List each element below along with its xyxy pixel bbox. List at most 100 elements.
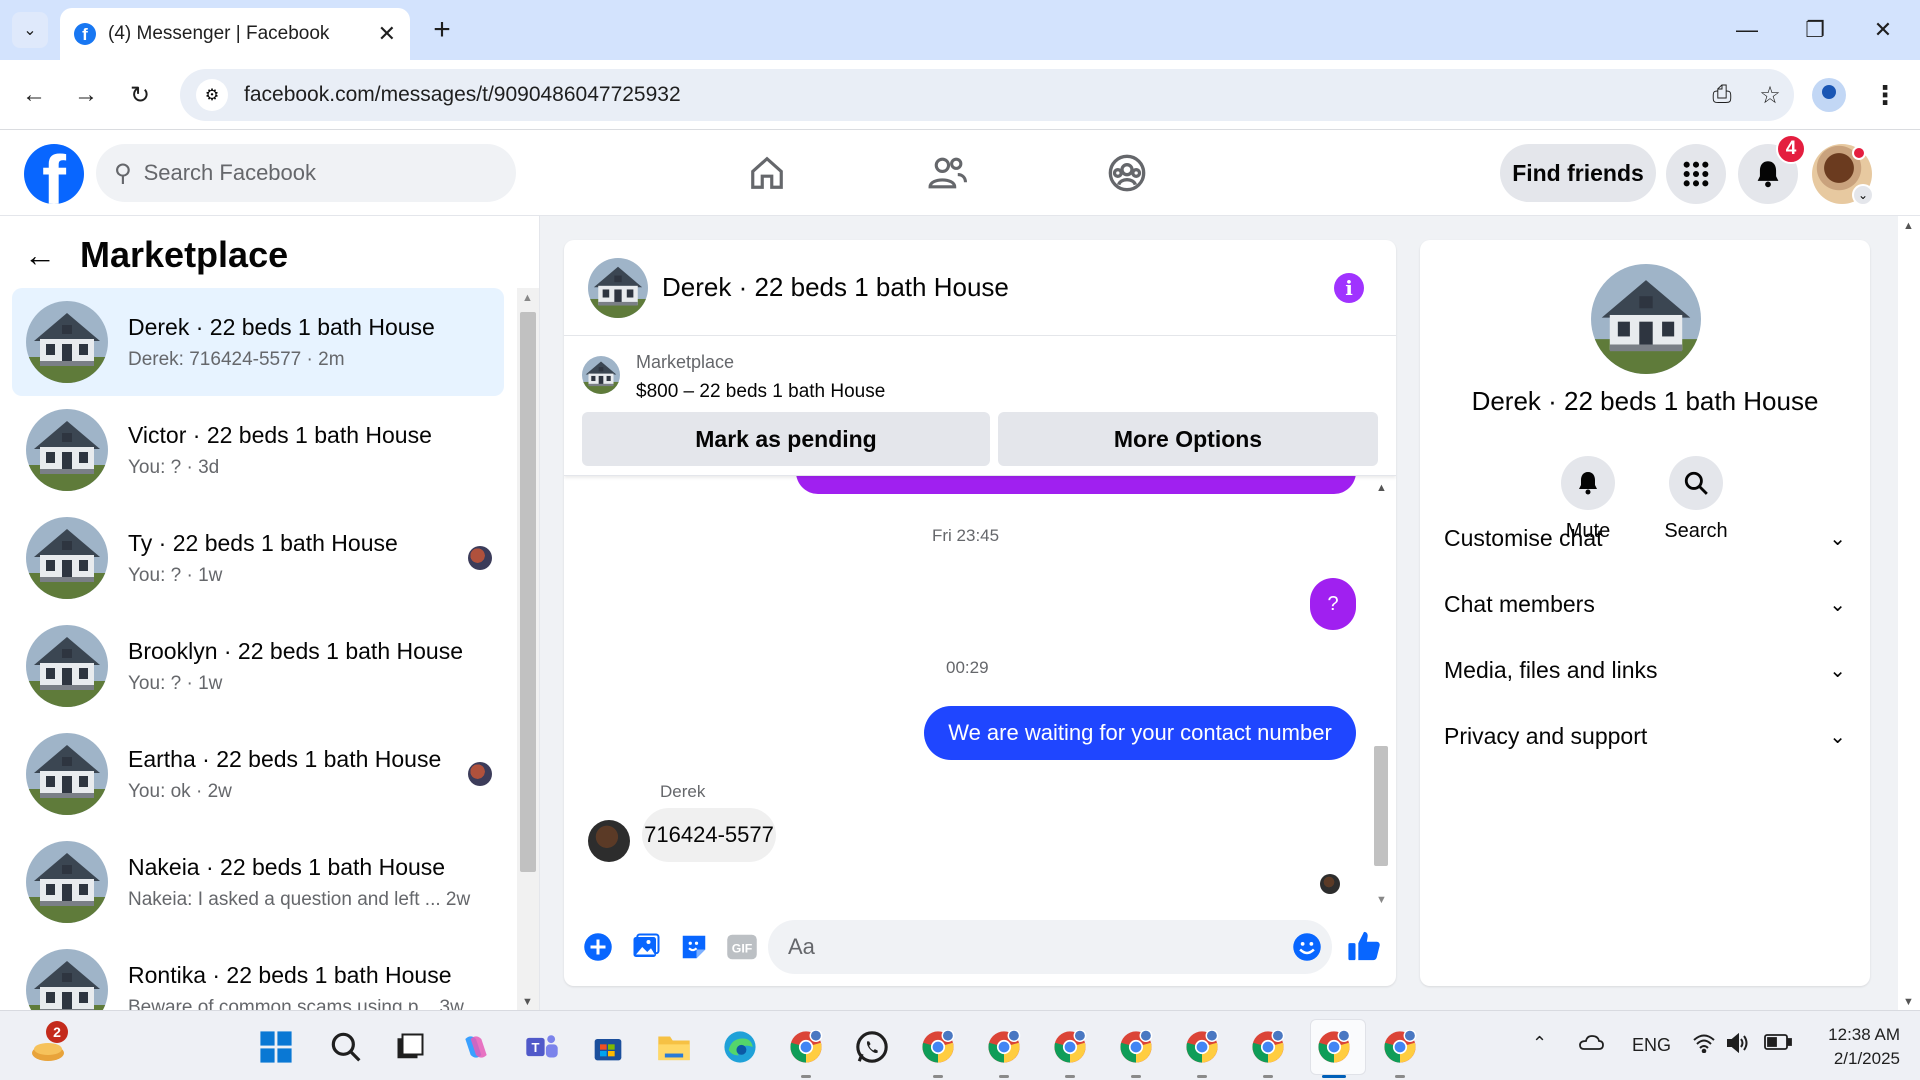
mark-as-pending-button[interactable]: Mark as pending [582,412,990,466]
thumbs-up-icon[interactable] [1342,924,1386,968]
scrollbar-thumb[interactable] [520,312,536,872]
install-app-icon[interactable]: ⎙ [1698,81,1746,109]
plus-icon[interactable] [574,923,622,971]
friends-icon[interactable] [922,148,972,198]
home-icon[interactable] [742,148,792,198]
chrome-profile-icon[interactable] [1248,1027,1288,1067]
battery-icon[interactable] [1764,1033,1792,1056]
gif-icon[interactable]: GIF [718,923,766,971]
scroll-down-icon[interactable]: ▼ [1376,894,1387,906]
section-label: Privacy and support [1444,722,1648,749]
sidebar-scrollbar[interactable]: ▲ ▼ [517,288,539,1010]
scroll-up-icon[interactable]: ▲ [1376,482,1387,494]
copilot-icon[interactable] [456,1027,496,1067]
outgoing-message-bubble[interactable]: ? [1310,578,1356,630]
browser-tab[interactable]: f (4) Messenger | Facebook ✕ [60,8,410,60]
chrome-profile-icon[interactable] [1050,1027,1090,1067]
bookmark-star-icon[interactable]: ☆ [1746,81,1794,110]
profile-icon[interactable] [1812,78,1846,112]
whatsapp-icon[interactable] [852,1027,892,1067]
messenger-main: ← Marketplace Derek · 22 beds 1 bath Hou… [0,216,1920,1010]
forward-icon[interactable]: → [68,77,104,113]
wifi-icon[interactable] [1692,1033,1716,1058]
page-scrollbar[interactable]: ▲ ▼ [1898,216,1920,1010]
info-icon[interactable]: i [1334,272,1364,303]
facebook-search-input[interactable] [143,160,444,186]
photo-icon[interactable] [622,923,670,971]
microsoft-store-icon[interactable] [588,1027,628,1067]
restore-icon[interactable]: ❐ [1790,10,1840,50]
system-clock[interactable]: 12:38 AM 2/1/2025 [1810,1023,1900,1071]
outgoing-message-bubble[interactable] [796,476,1356,494]
scroll-up-icon[interactable]: ▲ [522,292,533,304]
scroll-down-icon[interactable]: ▼ [1903,996,1914,1008]
window-close-icon[interactable]: ✕ [1858,10,1908,50]
chrome-icon[interactable] [786,1027,826,1067]
message-input-box[interactable] [768,920,1332,974]
conversation-photo[interactable] [1591,264,1701,374]
menu-grid-icon[interactable] [1666,144,1726,204]
scrollbar-thumb[interactable] [1374,746,1388,866]
running-indicator [1395,1075,1405,1078]
back-arrow-icon[interactable]: ← [24,237,56,274]
conversation-row[interactable]: Ty · 22 beds 1 bath House You: ? · 1w [12,504,504,612]
conversation-row[interactable]: Nakeia · 22 beds 1 bath House Nakeia: I a… [12,828,504,936]
chevron-down-icon[interactable]: ⌄ [1852,184,1874,206]
menu-icon[interactable]: ⋮ [1870,77,1900,113]
new-tab-icon[interactable]: + [424,12,460,48]
windows-start-icon[interactable] [256,1027,296,1067]
emoji-icon[interactable] [1292,932,1322,962]
facebook-logo[interactable]: f [24,144,84,204]
conversation-row[interactable]: Eartha · 22 beds 1 bath House You: ok · 2… [12,720,504,828]
volume-icon[interactable] [1726,1032,1752,1058]
customise-chat-section[interactable]: Customise chat ⌄ [1444,518,1846,558]
conversation-row[interactable]: Derek · 22 beds 1 bath House Derek: 71642… [12,288,504,396]
scroll-up-icon[interactable]: ▲ [1903,220,1914,232]
search-icon[interactable] [326,1027,366,1067]
chat-scrollbar[interactable]: ▲ ▼ [1372,476,1390,908]
task-view-icon[interactable] [390,1027,430,1067]
marketplace-listing-card: Marketplace $800 – 22 beds 1 bath House … [564,336,1396,476]
chrome-profile-icon[interactable] [1182,1027,1222,1067]
chevron-up-icon[interactable]: ⌃ [1532,1033,1547,1054]
chrome-profile-icon[interactable] [984,1027,1024,1067]
onedrive-icon[interactable] [1578,1033,1604,1056]
listing-thumbnail[interactable] [582,356,620,394]
chrome-profile-icon[interactable] [1380,1027,1420,1067]
back-icon[interactable]: ← [16,77,52,113]
close-icon[interactable]: ✕ [378,21,396,47]
message-input[interactable] [788,934,1248,960]
tab-search-icon[interactable]: ⌄ [12,12,48,48]
conversation-row[interactable]: Brooklyn · 22 beds 1 bath House You: ? · … [12,612,504,720]
chrome-profile-icon[interactable] [1116,1027,1156,1067]
chrome-profile-icon[interactable] [918,1027,958,1067]
omnibox[interactable]: ⚙ facebook.com/messages/t/90904860477259… [180,69,1794,121]
chat-members-section[interactable]: Chat members ⌄ [1444,584,1846,624]
house-thumbnail[interactable] [588,257,648,318]
listing-price[interactable]: $800 – 22 beds 1 bath House [636,381,885,403]
more-options-button[interactable]: More Options [998,412,1378,466]
chat-title[interactable]: Derek · 22 beds 1 bath House [662,272,1334,303]
media-files-links-section[interactable]: Media, files and links ⌄ [1444,650,1846,690]
url-text[interactable]: facebook.com/messages/t/9090486047725932 [244,83,1698,107]
facebook-search[interactable]: ⚲ [96,144,516,202]
groups-icon[interactable] [1102,148,1152,198]
chrome-profile-icon[interactable] [1314,1027,1354,1067]
file-explorer-icon[interactable] [654,1027,694,1067]
scroll-down-icon[interactable]: ▼ [522,996,533,1008]
find-friends-button[interactable]: Find friends [1500,144,1656,202]
minimize-icon[interactable]: — [1722,10,1772,50]
sender-avatar[interactable] [588,820,630,862]
language-indicator[interactable]: ENG [1632,1035,1671,1056]
privacy-support-section[interactable]: Privacy and support ⌄ [1444,716,1846,756]
reload-icon[interactable]: ↻ [122,77,158,113]
outgoing-message-bubble[interactable]: We are waiting for your contact number [924,706,1356,760]
sticker-icon[interactable] [670,923,718,971]
house-thumbnail [26,949,108,1010]
site-info-icon[interactable]: ⚙ [196,79,228,111]
conversation-row[interactable]: Rontika · 22 beds 1 bath House Beware of … [12,936,504,1010]
conversation-row[interactable]: Victor · 22 beds 1 bath House You: ? · 3d [12,396,504,504]
teams-icon[interactable]: T [522,1027,562,1067]
incoming-message-bubble[interactable]: 716424-5577 [642,808,776,862]
edge-icon[interactable] [720,1027,760,1067]
